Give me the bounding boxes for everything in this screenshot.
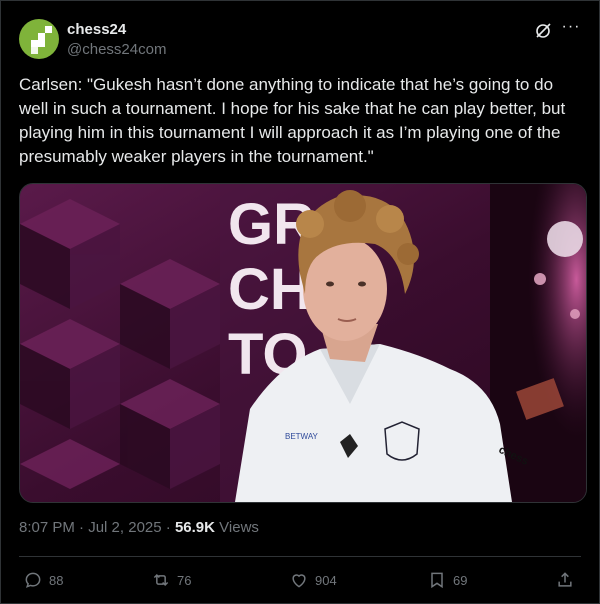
- views-count: 56.9K: [174, 519, 215, 536]
- chess24-logo-icon: [31, 40, 38, 47]
- tweet-time[interactable]: 8:07 PM: [19, 519, 75, 536]
- share-icon: [558, 572, 572, 587]
- avatar[interactable]: [19, 19, 59, 59]
- tweet-actions: 88 76 904 69: [19, 567, 581, 595]
- repost-icon: [153, 573, 169, 587]
- author-name[interactable]: chess24: [67, 21, 126, 38]
- tweet-text: Carlsen: "Gukesh hasn’t done anything to…: [19, 75, 566, 166]
- tweet-timestamp-row: 8:07 PM · Jul 2, 2025 · 56.9K Views: [19, 519, 259, 536]
- divider: [19, 556, 581, 557]
- reply-count: 88: [49, 572, 64, 588]
- author-handle[interactable]: @chess24com: [67, 41, 166, 58]
- carlsen-interview-photo: GR CH TO BETWAY chess: [20, 184, 586, 502]
- views-label: Views: [219, 519, 259, 536]
- reply-icon: [25, 572, 41, 588]
- tweet-card: chess24 @chess24com ··· Carlsen: "Gukesh…: [0, 0, 600, 604]
- like-count: 904: [315, 572, 337, 588]
- bookmark-icon: [431, 572, 443, 589]
- bookmark-count: 69: [453, 572, 468, 588]
- tweet-header: chess24 @chess24com ···: [19, 17, 581, 63]
- heart-icon: [292, 574, 306, 588]
- bookmark-button[interactable]: 69: [427, 567, 467, 593]
- more-icon[interactable]: ···: [561, 17, 581, 37]
- share-button[interactable]: [555, 567, 581, 593]
- tweet-date[interactable]: Jul 2, 2025: [88, 519, 161, 536]
- tweet-media-image[interactable]: GR CH TO BETWAY chess: [19, 183, 587, 503]
- repost-count: 76: [177, 572, 192, 588]
- reply-button[interactable]: 88: [23, 567, 63, 593]
- grok-icon[interactable]: [533, 21, 553, 41]
- like-button[interactable]: 904: [289, 567, 337, 593]
- svg-text:BETWAY: BETWAY: [285, 432, 319, 441]
- repost-button[interactable]: 76: [151, 567, 191, 593]
